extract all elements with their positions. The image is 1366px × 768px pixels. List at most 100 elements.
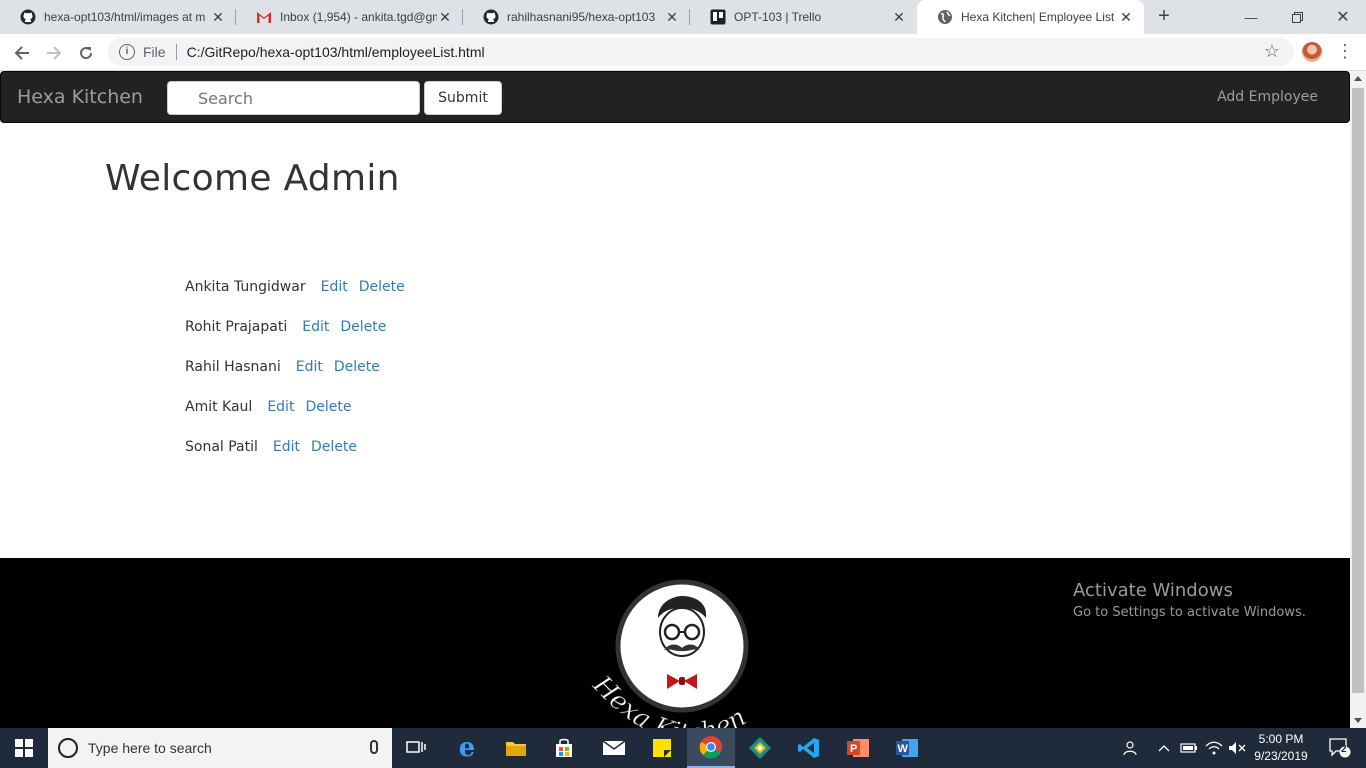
scrollbar-thumb[interactable] bbox=[1352, 88, 1364, 693]
gmail-icon bbox=[256, 9, 272, 25]
back-icon[interactable] bbox=[10, 41, 34, 65]
notifications-icon[interactable]: 2 bbox=[1320, 728, 1360, 768]
list-item: Rahil Hasnani Edit Delete bbox=[185, 347, 416, 387]
people-icon[interactable] bbox=[1117, 728, 1141, 768]
svg-text:P: P bbox=[850, 743, 857, 755]
tab-title: OPT-103 | Trello bbox=[734, 10, 822, 24]
tab-close-icon[interactable]: ✕ bbox=[437, 9, 453, 26]
list-item: Amit Kaul Edit Delete bbox=[185, 387, 416, 427]
taskbar-search-box[interactable]: Type here to search bbox=[48, 728, 392, 768]
tab-close-icon[interactable]: ✕ bbox=[891, 9, 907, 26]
address-bar[interactable]: i File C:/GitRepo/hexa-opt103/html/emplo… bbox=[108, 38, 1294, 66]
profile-avatar[interactable] bbox=[1302, 42, 1322, 62]
page-scrollbar[interactable] bbox=[1350, 71, 1366, 728]
tab-close-icon[interactable]: ✕ bbox=[664, 9, 680, 26]
url-text[interactable]: C:/GitRepo/hexa-opt103/html/employeeList… bbox=[187, 44, 485, 60]
trello-icon bbox=[710, 9, 726, 25]
delete-link[interactable]: Delete bbox=[311, 439, 357, 455]
employee-name: Rohit Prajapati bbox=[185, 319, 288, 335]
tab-gmail-inbox[interactable]: Inbox (1,954) - ankita.tgd@gm ✕ bbox=[236, 0, 463, 34]
browser-tab-strip: hexa-opt103/html/images at m ✕ Inbox (1,… bbox=[0, 0, 1366, 34]
edit-link[interactable]: Edit bbox=[267, 399, 294, 415]
employee-name: Rahil Hasnani bbox=[185, 359, 281, 375]
tab-title: rahilhasnani95/hexa-opt103 bbox=[507, 10, 656, 24]
hexa-kitchen-logo: Hexa Kitchen bbox=[586, 579, 752, 728]
scheme-label: File bbox=[143, 44, 166, 60]
powerpoint-icon[interactable]: P bbox=[834, 728, 882, 768]
battery-icon[interactable] bbox=[1178, 728, 1200, 768]
gitkraken-icon[interactable] bbox=[736, 728, 784, 768]
add-employee-link[interactable]: Add Employee bbox=[1217, 89, 1318, 105]
github-icon bbox=[483, 9, 499, 25]
store-icon[interactable] bbox=[540, 728, 588, 768]
activate-windows-watermark: Activate Windows Go to Settings to activ… bbox=[1073, 580, 1306, 620]
cortana-icon bbox=[58, 738, 78, 758]
delete-link[interactable]: Delete bbox=[340, 319, 386, 335]
globe-icon bbox=[937, 9, 953, 25]
new-tab-button[interactable]: + bbox=[1152, 5, 1176, 29]
microphone-icon[interactable] bbox=[370, 740, 378, 754]
page-title: Welcome Admin bbox=[105, 158, 400, 199]
tab-close-icon[interactable]: ✕ bbox=[1118, 9, 1134, 26]
taskbar-search-placeholder: Type here to search bbox=[88, 740, 212, 756]
watermark-title: Activate Windows bbox=[1073, 580, 1233, 601]
system-clock[interactable]: 5:00 PM 9/23/2019 bbox=[1246, 731, 1316, 765]
page-viewport: Hexa Kitchen Submit Add Employee Welcome… bbox=[0, 71, 1350, 728]
employee-list: Ankita Tungidwar Edit Delete Rohit Praja… bbox=[185, 267, 416, 467]
close-window-icon[interactable]: ✕ bbox=[1320, 0, 1366, 34]
mail-icon[interactable] bbox=[590, 728, 638, 768]
edit-link[interactable]: Edit bbox=[302, 319, 329, 335]
tab-hexa-kitchen[interactable]: Hexa Kitchen| Employee List ✕ bbox=[917, 0, 1144, 34]
brand-link[interactable]: Hexa Kitchen bbox=[17, 86, 143, 108]
delete-link[interactable]: Delete bbox=[305, 399, 351, 415]
scroll-up-icon[interactable] bbox=[1354, 76, 1362, 81]
clock-date: 9/23/2019 bbox=[1254, 749, 1308, 763]
info-icon[interactable]: i bbox=[119, 44, 135, 60]
delete-link[interactable]: Delete bbox=[334, 359, 380, 375]
show-hidden-icons-chevron-icon[interactable] bbox=[1154, 728, 1174, 768]
windows-taskbar: Type here to search e P W 5:00 PM 9/23/2… bbox=[0, 728, 1366, 768]
edge-icon[interactable]: e bbox=[443, 728, 491, 768]
edit-link[interactable]: Edit bbox=[273, 439, 300, 455]
vscode-icon[interactable] bbox=[785, 728, 833, 768]
edit-link[interactable]: Edit bbox=[296, 359, 323, 375]
edit-link[interactable]: Edit bbox=[321, 279, 348, 295]
tab-trello[interactable]: OPT-103 | Trello ✕ bbox=[690, 0, 917, 34]
sticky-notes-icon[interactable] bbox=[638, 728, 686, 768]
volume-muted-icon[interactable] bbox=[1226, 728, 1248, 768]
svg-text:W: W bbox=[898, 743, 909, 755]
wifi-icon[interactable] bbox=[1203, 728, 1225, 768]
reload-icon[interactable] bbox=[74, 41, 98, 65]
employee-name: Sonal Patil bbox=[185, 439, 258, 455]
github-icon bbox=[20, 9, 36, 25]
menu-kebab-icon[interactable]: ⋮ bbox=[1336, 40, 1354, 64]
employee-name: Amit Kaul bbox=[185, 399, 253, 415]
scroll-down-icon[interactable] bbox=[1354, 718, 1362, 723]
search-input[interactable] bbox=[167, 81, 420, 115]
watermark-subtitle: Go to Settings to activate Windows. bbox=[1073, 605, 1306, 620]
restore-icon[interactable] bbox=[1274, 0, 1320, 34]
list-item: Ankita Tungidwar Edit Delete bbox=[185, 267, 416, 307]
task-view-icon[interactable] bbox=[392, 728, 440, 768]
clock-time: 5:00 PM bbox=[1258, 732, 1304, 746]
delete-link[interactable]: Delete bbox=[359, 279, 405, 295]
tab-github-images[interactable]: hexa-opt103/html/images at m ✕ bbox=[0, 0, 236, 34]
site-navbar: Hexa Kitchen Submit Add Employee bbox=[0, 71, 1350, 123]
windows-start-icon[interactable] bbox=[0, 728, 48, 768]
browser-toolbar: i File C:/GitRepo/hexa-opt103/html/emplo… bbox=[0, 34, 1366, 71]
employee-name: Ankita Tungidwar bbox=[185, 279, 306, 295]
minimize-icon[interactable]: — bbox=[1228, 0, 1274, 34]
chrome-icon[interactable] bbox=[687, 728, 735, 768]
forward-icon[interactable] bbox=[42, 41, 66, 65]
submit-button[interactable]: Submit bbox=[424, 81, 502, 115]
list-item: Sonal Patil Edit Delete bbox=[185, 427, 416, 467]
file-explorer-icon[interactable] bbox=[492, 728, 540, 768]
list-item: Rohit Prajapati Edit Delete bbox=[185, 307, 416, 347]
tab-title: hexa-opt103/html/images at m bbox=[44, 10, 206, 24]
word-icon[interactable]: W bbox=[883, 728, 931, 768]
bookmark-star-icon[interactable]: ☆ bbox=[1264, 41, 1280, 62]
tab-title: Inbox (1,954) - ankita.tgd@gm bbox=[280, 10, 437, 24]
notification-count-badge: 2 bbox=[1341, 744, 1347, 755]
tab-close-icon[interactable]: ✕ bbox=[210, 9, 226, 26]
tab-github-repo[interactable]: rahilhasnani95/hexa-opt103 ✕ bbox=[463, 0, 690, 34]
